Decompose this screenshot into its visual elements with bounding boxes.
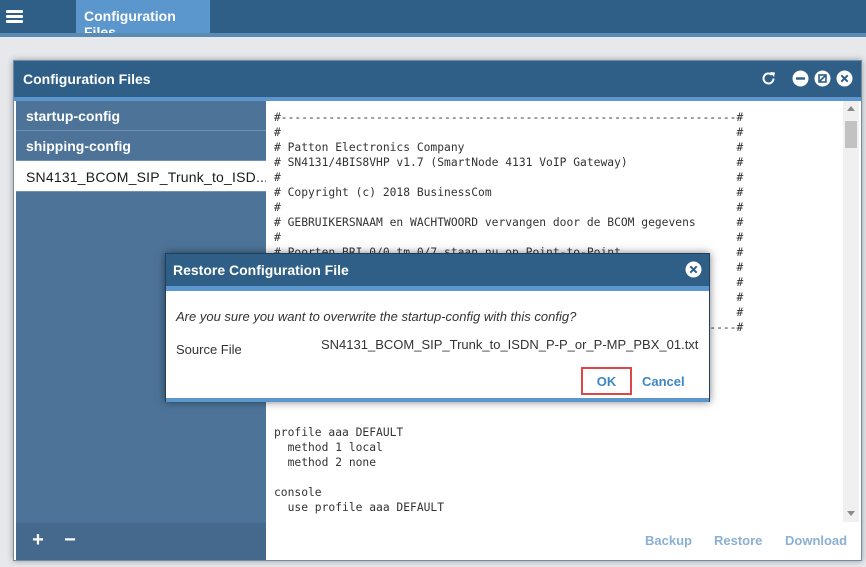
window-header: Configuration Files (14, 61, 861, 97)
ok-button[interactable]: OK (581, 367, 632, 395)
file-item-shipping-config[interactable]: shipping-config (16, 131, 266, 161)
minimize-icon[interactable] (792, 70, 809, 87)
top-bar: Configuration Files (0, 0, 866, 40)
scroll-down-icon[interactable] (847, 511, 855, 516)
dialog-title: Restore Configuration File (173, 262, 349, 278)
restore-icon[interactable] (814, 70, 831, 87)
file-item-selected[interactable]: SN4131_BCOM_SIP_Trunk_to_ISD... (16, 161, 266, 192)
add-file-button[interactable]: + (28, 529, 48, 552)
download-button[interactable]: Download (785, 533, 847, 548)
dialog-header-divider (166, 286, 709, 291)
cancel-button[interactable]: Cancel (642, 374, 685, 389)
remove-file-button[interactable]: − (60, 529, 80, 552)
close-icon[interactable] (836, 70, 853, 87)
source-file-value: SN4131_BCOM_SIP_Trunk_to_ISDN_P-P_or_P-M… (321, 337, 699, 352)
restore-config-dialog: Restore Configuration File Are you sure … (165, 253, 710, 402)
confirm-question: Are you sure you want to overwrite the s… (176, 309, 577, 324)
dialog-header: Restore Configuration File (166, 254, 709, 286)
refresh-icon[interactable] (760, 70, 777, 87)
source-file-label: Source File (176, 342, 242, 357)
window-title: Configuration Files (23, 71, 151, 87)
hamburger-menu-icon[interactable] (0, 0, 32, 33)
restore-button[interactable]: Restore (714, 533, 762, 548)
dialog-close-icon[interactable] (685, 261, 702, 278)
sidebar-footer: + − (16, 523, 266, 560)
topbar-divider (0, 33, 866, 37)
window-footer: Backup Restore Download (266, 522, 861, 560)
scroll-up-icon[interactable] (847, 106, 855, 111)
vertical-scrollbar[interactable] (843, 101, 859, 522)
backup-button[interactable]: Backup (645, 533, 692, 548)
tab-configuration-files[interactable]: Configuration Files (76, 0, 210, 40)
file-item-startup-config[interactable]: startup-config (16, 101, 266, 131)
scroll-thumb[interactable] (845, 121, 857, 148)
dialog-footer-divider (166, 398, 709, 402)
